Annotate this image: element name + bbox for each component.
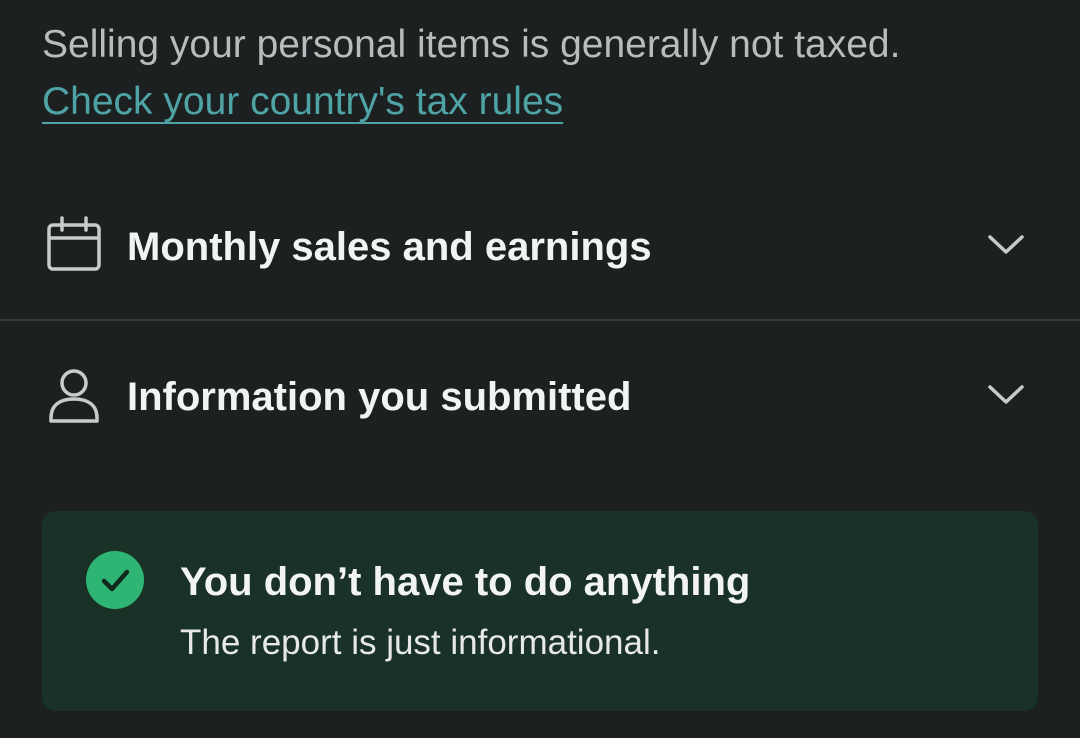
submitted-info-title: Information you submitted — [127, 375, 632, 419]
no-action-notice: You don’t have to do anything The report… — [42, 511, 1038, 711]
submitted-info-section-header[interactable]: Information you submitted — [0, 336, 1080, 456]
calendar-icon — [46, 216, 102, 274]
chevron-down-icon — [986, 380, 1026, 408]
tax-intro-text: Selling your personal items is generally… — [42, 23, 901, 66]
notice-title: You don’t have to do anything — [180, 560, 751, 604]
notice-subtitle: The report is just informational. — [180, 623, 661, 662]
tax-rules-link[interactable]: Check your country's tax rules — [42, 77, 563, 127]
section-divider — [0, 319, 1080, 321]
tax-intro: Selling your personal items is generally… — [42, 20, 1042, 127]
user-icon — [46, 366, 102, 424]
chevron-down-icon — [986, 230, 1026, 258]
check-circle-icon — [86, 551, 144, 609]
monthly-sales-section-header[interactable]: Monthly sales and earnings — [0, 186, 1080, 306]
monthly-sales-title: Monthly sales and earnings — [127, 225, 652, 269]
